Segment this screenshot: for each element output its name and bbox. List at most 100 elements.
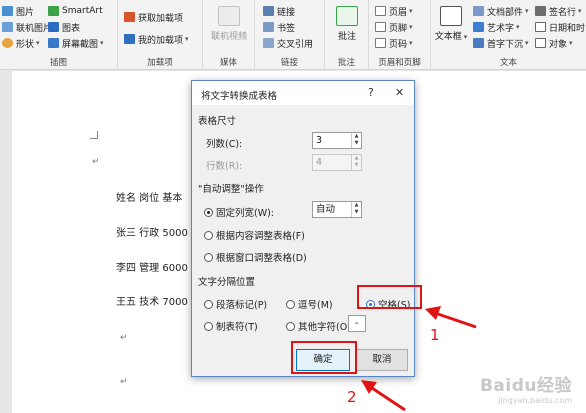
footer-icon — [375, 22, 386, 32]
separator-tab-radio[interactable]: 制表符(T) — [204, 319, 258, 333]
document-line: 李四 管理 6000 — [116, 263, 188, 274]
video-icon — [218, 6, 240, 26]
online-pictures-button[interactable]: 联机图片 — [2, 20, 52, 34]
dialog-titlebar[interactable]: 将文字转换成表格 ? ✕ — [192, 81, 414, 106]
group-label-text: 文本 — [499, 58, 517, 68]
autofit-window-label: 根据窗口调整表格(D) — [216, 253, 307, 264]
signature-line-label: 签名行 — [549, 7, 577, 18]
online-video-label: 联机视频 — [210, 32, 247, 42]
wordart-label: 艺术字 — [487, 23, 515, 34]
autofit-window-radio[interactable]: 根据窗口调整表格(D) — [204, 250, 307, 264]
watermark: Baidu经验 jingyan.baidu.com — [480, 371, 572, 405]
paragraph-mark: ↵ — [120, 333, 128, 343]
bookmark-button[interactable]: 书签 — [263, 20, 295, 34]
fixed-width-spinner[interactable]: 自动 ▲ ▼ — [312, 201, 362, 218]
separator-other-radio[interactable]: 其他字符(O): — [286, 319, 354, 333]
header-button[interactable]: 页眉 ▾ — [375, 4, 413, 18]
spinner-arrows-icon[interactable]: ▲ ▼ — [351, 202, 361, 217]
rows-label: 行数(R): — [206, 161, 243, 172]
help-button[interactable]: ? — [368, 86, 374, 99]
online-picture-icon — [2, 22, 13, 32]
other-char-input[interactable]: - — [348, 315, 366, 332]
radio-icon — [204, 230, 213, 240]
document-line: 姓名 岗位 基本 — [116, 193, 183, 204]
smartart-icon — [48, 6, 59, 16]
autofit-section: "自动调整"操作 — [198, 184, 264, 195]
columns-spinner[interactable]: 3 ▲ ▼ — [312, 132, 362, 149]
online-pictures-label: 联机图片 — [16, 23, 53, 34]
wordart-button[interactable]: 艺术字 ▾ — [473, 20, 520, 34]
link-button[interactable]: 链接 — [263, 4, 295, 18]
quick-parts-button[interactable]: 文档部件 ▾ — [473, 4, 529, 18]
columns-value: 3 — [316, 135, 323, 146]
group-media: 联机视频 媒体 — [203, 0, 255, 70]
object-button[interactable]: 对象 ▾ — [535, 36, 573, 50]
spinner-arrows-icon: ▲ ▼ — [351, 155, 361, 170]
shapes-label: 形状 — [16, 39, 35, 50]
screenshot-label: 屏幕截图 — [62, 39, 99, 50]
fixed-width-value: 自动 — [316, 204, 336, 215]
radio-icon — [286, 299, 295, 309]
my-addins-button[interactable]: 我的加载项 ▾ — [124, 32, 189, 46]
radio-icon — [204, 321, 213, 331]
drop-cap-label: 首字下沉 — [487, 39, 524, 50]
page-number-label: 页码 — [389, 39, 408, 50]
step-number-1: 1 — [430, 326, 440, 344]
signature-line-button[interactable]: 签名行 ▾ — [535, 4, 582, 18]
online-video-button[interactable]: 联机视频 — [205, 6, 253, 42]
watermark-url: jingyan.baidu.com — [498, 396, 572, 405]
addin-icon — [124, 34, 135, 44]
drop-cap-button[interactable]: 首字下沉 ▾ — [473, 36, 529, 50]
separator-paragraph-radio[interactable]: 段落标记(P) — [204, 297, 267, 311]
autofit-content-radio[interactable]: 根据内容调整表格(F) — [204, 228, 305, 242]
bookmark-label: 书签 — [277, 23, 296, 34]
ribbon: 图片 联机图片 形状▾ SmartArt 图表 屏幕截图▾ 插图 获取加载项 — [0, 0, 586, 70]
rows-value: 4 — [316, 157, 323, 168]
object-icon — [535, 38, 546, 48]
screenshot-button[interactable]: 屏幕截图 ▾ — [48, 36, 104, 50]
textbox-icon — [440, 6, 462, 26]
link-icon — [263, 6, 274, 16]
spinner-arrows-icon[interactable]: ▲ ▼ — [351, 133, 361, 148]
comment-button[interactable]: 批注 — [327, 6, 367, 42]
cross-reference-button[interactable]: 交叉引用 — [263, 36, 313, 50]
link-label: 链接 — [277, 7, 296, 18]
textbox-button[interactable]: 文本框 ▾ — [433, 6, 469, 42]
group-label-header-footer: 页眉和页脚 — [378, 58, 421, 68]
footer-button[interactable]: 页脚 ▾ — [375, 20, 413, 34]
group-label-addins: 加载项 — [147, 58, 173, 68]
shapes-button[interactable]: 形状 ▾ — [2, 36, 40, 50]
dialog-title: 将文字转换成表格 — [201, 91, 278, 102]
fixed-width-radio[interactable]: 固定列宽(W): — [204, 205, 274, 219]
signature-icon — [535, 6, 546, 16]
page-number-icon — [375, 38, 386, 48]
dialog-body: 表格尺寸 列数(C): 3 ▲ ▼ 行数(R): 4 ▲ ▼ "自动调整"操作 固定… — [192, 106, 414, 376]
comment-icon — [336, 6, 358, 26]
group-links: 链接 书签 交叉引用 链接 — [255, 0, 325, 70]
pictures-label: 图片 — [16, 7, 35, 18]
cross-reference-label: 交叉引用 — [277, 39, 314, 50]
separator-tab-label: 制表符(T) — [216, 322, 258, 333]
group-comments: 批注 批注 — [325, 0, 369, 70]
highlight-ok-button — [291, 341, 357, 374]
comment-label: 批注 — [337, 32, 356, 42]
autofit-content-label: 根据内容调整表格(F) — [216, 231, 305, 242]
separator-section: 文字分隔位置 — [198, 277, 256, 288]
date-time-button[interactable]: 日期和时 — [535, 20, 585, 34]
pictures-button[interactable]: 图片 — [2, 4, 34, 18]
fixed-width-label: 固定列宽(W): — [216, 208, 275, 219]
page-number-button[interactable]: 页码 ▾ — [375, 36, 413, 50]
watermark-brand: Baidu经验 — [479, 376, 572, 396]
close-button[interactable]: ✕ — [395, 86, 404, 99]
separator-comma-radio[interactable]: 逗号(M) — [286, 297, 333, 311]
step-number-2: 2 — [347, 388, 357, 406]
convert-text-to-table-dialog: 将文字转换成表格 ? ✕ 表格尺寸 列数(C): 3 ▲ ▼ 行数(R): 4 ▲… — [191, 80, 415, 377]
quick-parts-label: 文档部件 — [487, 7, 524, 18]
radio-selected-icon — [204, 207, 213, 217]
chart-button[interactable]: 图表 — [48, 20, 80, 34]
cancel-button[interactable]: 取消 — [356, 349, 408, 371]
smartart-button[interactable]: SmartArt — [48, 4, 103, 18]
radio-icon — [286, 321, 295, 331]
get-addins-button[interactable]: 获取加载项 — [124, 10, 183, 24]
chart-icon — [48, 22, 59, 32]
